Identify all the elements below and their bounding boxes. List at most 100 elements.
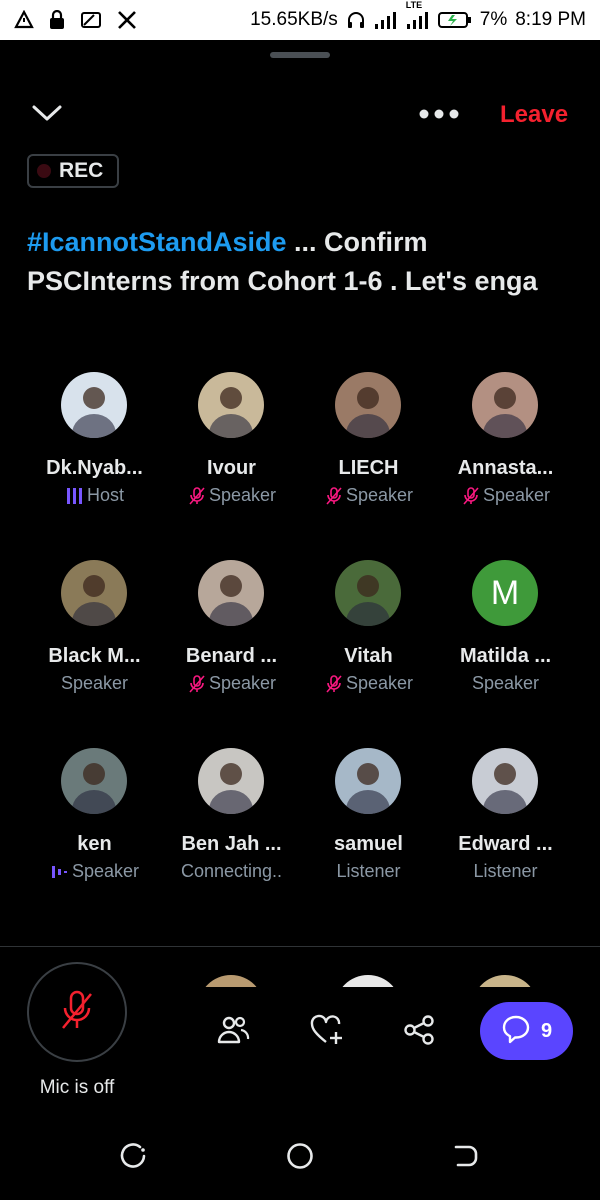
participant-card[interactable]: Benard ... Speaker xyxy=(163,560,300,710)
heart-plus-icon xyxy=(310,1014,344,1051)
avatar xyxy=(472,748,538,814)
avatar-photo xyxy=(209,575,253,626)
more-dots-icon xyxy=(419,106,459,124)
participant-role-label: Speaker xyxy=(60,673,129,693)
system-nav-bar xyxy=(0,1120,600,1200)
avatar xyxy=(198,372,264,438)
lte-label: LTE xyxy=(405,0,423,10)
participant-role: Speaker xyxy=(26,673,163,694)
participant-card[interactable]: Annasta... Speaker xyxy=(437,372,574,522)
participant-card[interactable]: Black M... Speaker xyxy=(26,560,163,710)
mic-off-icon xyxy=(57,988,97,1037)
participant-card[interactable]: Ben Jah ... Connecting.. xyxy=(163,748,300,898)
participant-role-label: Host xyxy=(86,485,124,505)
mic-toggle-button[interactable] xyxy=(27,962,127,1062)
participant-card[interactable]: Edward ... Listener xyxy=(437,748,574,898)
record-dot-icon xyxy=(37,164,51,178)
speaking-bars-icon xyxy=(50,862,70,882)
participant-card[interactable]: Ivour Speaker xyxy=(163,372,300,522)
rec-label: REC xyxy=(59,159,104,182)
network-speed: 15.65KB/s xyxy=(250,9,338,30)
notification-icon xyxy=(14,10,34,30)
signal-icon xyxy=(374,10,398,30)
comment-count: 9 xyxy=(540,1019,553,1042)
people-icon xyxy=(216,1014,250,1051)
comments-button[interactable]: 9 xyxy=(480,1002,573,1060)
participant-name: Edward ... xyxy=(458,833,553,855)
participant-card[interactable]: LIECH Speaker xyxy=(300,372,437,522)
participant-role: Speaker xyxy=(437,485,574,506)
avatar xyxy=(335,748,401,814)
avatar-photo xyxy=(346,387,390,438)
participant-name: ken xyxy=(77,833,112,855)
peek-avatar xyxy=(198,975,264,987)
participant-name: Benard ... xyxy=(185,645,278,667)
mic-status-label: Mic is off xyxy=(39,1077,115,1098)
space-title: #IcannotStandAside ... Confirm PSCIntern… xyxy=(27,223,567,301)
participant-role: Speaker xyxy=(163,673,300,694)
participant-role: Listener xyxy=(300,861,437,882)
back-button[interactable] xyxy=(446,1138,486,1178)
participant-role-label: Listener xyxy=(336,861,401,881)
participant-name: samuel xyxy=(334,833,403,855)
avatar xyxy=(61,748,127,814)
peek-avatar xyxy=(472,975,538,987)
status-bar: 15.65KB/s LTE 7% 8:19 PM xyxy=(0,0,600,40)
clock: 8:19 PM xyxy=(515,9,586,30)
avatar-photo xyxy=(209,387,253,438)
participant-role-label: Speaker xyxy=(208,673,277,693)
avatar xyxy=(198,748,264,814)
avatar xyxy=(335,560,401,626)
participant-name: Annasta... xyxy=(457,457,554,479)
host-bars-icon xyxy=(65,486,85,506)
participant-name: Vitah xyxy=(344,645,393,667)
home-button[interactable] xyxy=(280,1138,320,1178)
back-icon xyxy=(451,1141,481,1176)
cast-icon xyxy=(80,10,102,30)
muted-mic-icon xyxy=(187,674,207,694)
muted-mic-icon xyxy=(324,674,344,694)
participant-role: Speaker xyxy=(300,485,437,506)
muted-mic-icon xyxy=(187,486,207,506)
minimize-button[interactable] xyxy=(30,98,64,132)
share-icon xyxy=(403,1014,435,1051)
title-hashtag-link[interactable]: #IcannotStandAside xyxy=(27,227,287,257)
participant-role-label: Speaker xyxy=(471,673,540,693)
avatar xyxy=(61,372,127,438)
battery-level: 7% xyxy=(479,9,508,30)
avatar-photo xyxy=(72,575,116,626)
participant-name: Black M... xyxy=(48,645,141,667)
share-button[interactable] xyxy=(397,1010,441,1054)
participant-role-label: Connecting.. xyxy=(180,861,283,881)
participant-role-label: Speaker xyxy=(345,485,414,505)
react-button[interactable] xyxy=(305,1010,349,1054)
status-left xyxy=(14,10,138,30)
participant-card[interactable]: samuel Listener xyxy=(300,748,437,898)
avatar: M xyxy=(472,560,538,626)
chevron-down-icon xyxy=(31,103,63,128)
avatar-photo xyxy=(483,387,527,438)
participant-name: Dk.Nyab... xyxy=(46,457,143,479)
participant-card[interactable]: Vitah Speaker xyxy=(300,560,437,710)
chat-bubble-icon xyxy=(501,1014,531,1049)
participant-name: LIECH xyxy=(338,457,399,479)
lock-icon xyxy=(48,10,66,30)
participant-card[interactable]: M Matilda ... Speaker xyxy=(437,560,574,710)
participant-role-label: Speaker xyxy=(345,673,414,693)
participants-button[interactable] xyxy=(211,1010,255,1054)
more-options-button[interactable] xyxy=(414,100,464,130)
avatar-initial: M xyxy=(490,573,520,612)
drag-handle[interactable] xyxy=(270,52,330,58)
participant-role: Speaker xyxy=(163,485,300,506)
recents-button[interactable] xyxy=(113,1138,153,1178)
x-logo-icon xyxy=(116,10,138,30)
leave-button[interactable]: Leave xyxy=(500,98,568,132)
home-circle-icon xyxy=(285,1141,315,1176)
participant-role: Speaker xyxy=(26,861,163,882)
lte-signal-icon: LTE xyxy=(406,0,430,30)
participant-role: Listener xyxy=(437,861,574,882)
participant-card[interactable]: ken Speaker xyxy=(26,748,163,898)
headphones-icon xyxy=(346,10,366,30)
participant-card[interactable]: Dk.Nyab... Host xyxy=(26,372,163,522)
avatar xyxy=(335,372,401,438)
